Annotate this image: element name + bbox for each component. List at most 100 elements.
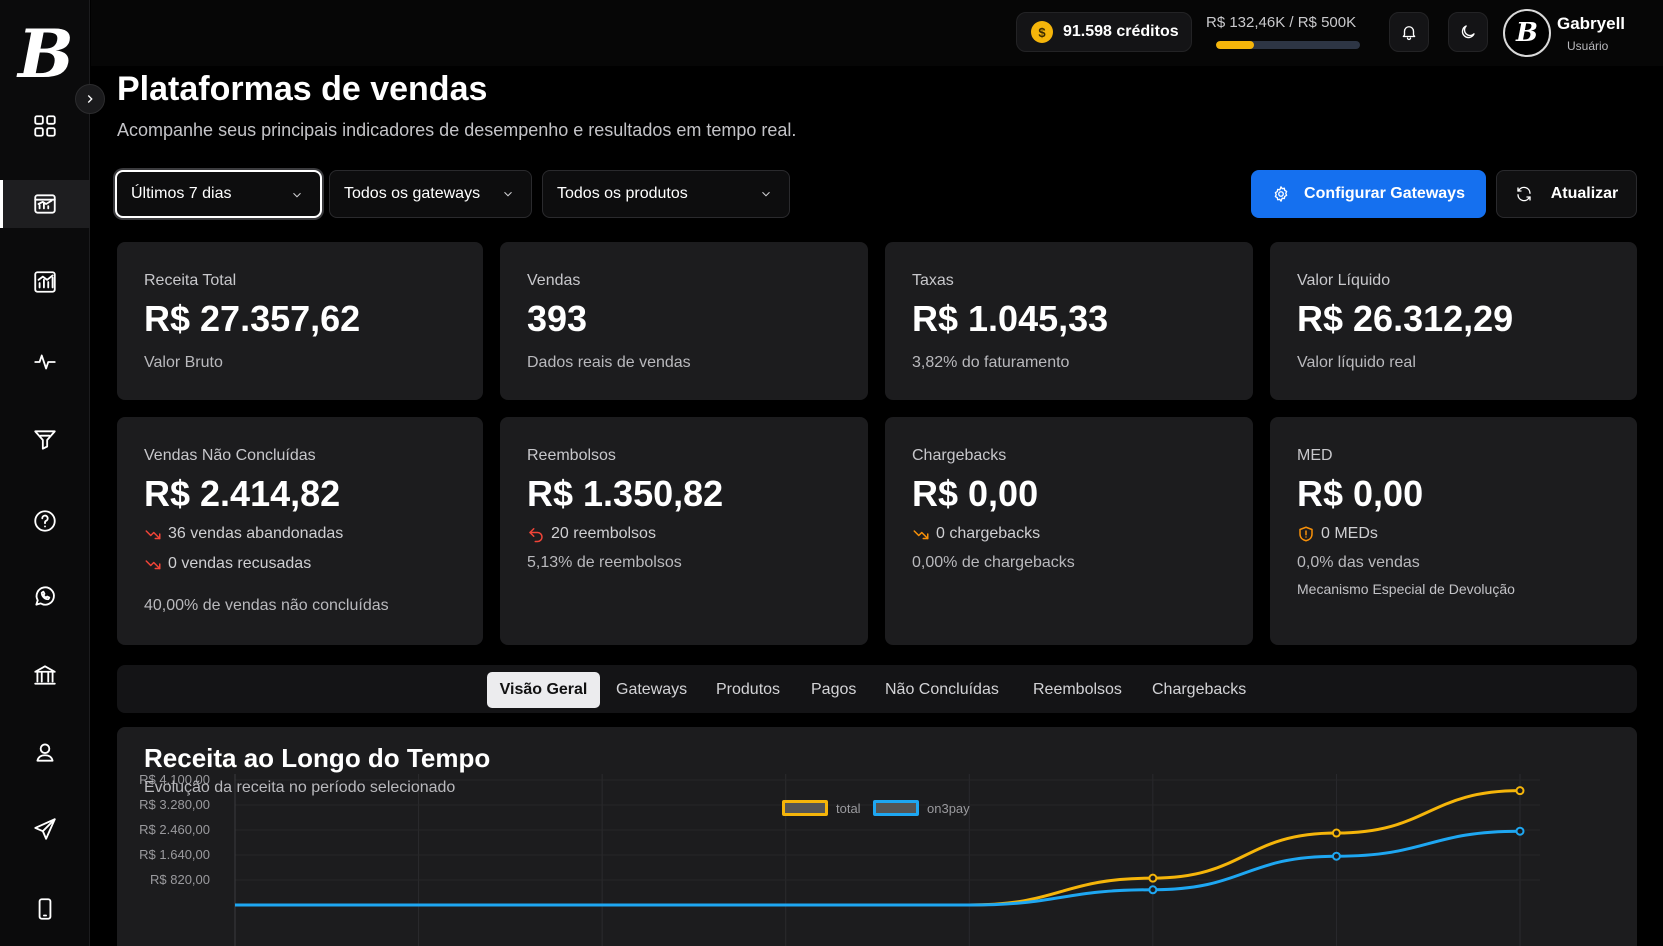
tab-paid[interactable]: Pagos [799, 672, 868, 708]
trend-down-icon [145, 560, 161, 570]
card-value: R$ 27.357,62 [144, 298, 361, 339]
mobile-icon [38, 898, 52, 920]
sales-platforms-icon [34, 194, 56, 214]
notifications-button[interactable] [1389, 12, 1429, 52]
card-value: R$ 1.350,82 [527, 473, 724, 514]
refused-text: 0 vendas recusadas [168, 555, 312, 572]
sidebar-item-bank[interactable] [0, 651, 90, 699]
card-label: Taxas [912, 272, 954, 289]
sidebar-item-analytics[interactable] [0, 258, 90, 306]
y-tick-label: R$ 1.640,00 [139, 847, 210, 862]
card-sub: 40,00% de vendas não concluídas [144, 597, 389, 614]
user-icon [36, 743, 54, 762]
y-tick-label: R$ 2.460,00 [139, 822, 210, 837]
card-value: 393 [527, 298, 588, 339]
med-note: Mecanismo Especial de Devolução [1297, 581, 1515, 597]
sidebar-item-help[interactable] [0, 497, 90, 545]
undo-icon [529, 528, 543, 543]
avatar[interactable]: B [1503, 9, 1551, 57]
page-title: Plataformas de vendas [117, 70, 488, 108]
card-value: R$ 0,00 [1297, 473, 1424, 514]
tab-incomplete[interactable]: Não Concluídas [873, 672, 1011, 708]
app-logo[interactable]: B [18, 18, 74, 90]
trend-down-icon [145, 530, 161, 540]
data-point[interactable] [1515, 826, 1525, 836]
med-count: 0 MEDs [1321, 525, 1378, 542]
help-icon [34, 510, 56, 532]
data-point[interactable] [1148, 873, 1158, 883]
refunds-count-row: 20 reembolsos [527, 525, 656, 543]
sidebar-collapse-button[interactable] [75, 84, 105, 114]
data-point[interactable] [1515, 786, 1525, 796]
revenue-goal: R$ 132,46K / R$ 500K [1206, 14, 1376, 49]
chevron-down-icon [504, 191, 512, 197]
sidebar-item-whatsapp[interactable] [0, 572, 90, 620]
sidebar: B [0, 0, 90, 946]
chargebacks-count-row: 0 chargebacks [912, 525, 1040, 543]
legend-label: total [836, 800, 861, 816]
legend-item-total[interactable]: total [782, 800, 861, 816]
tab-products[interactable]: Produtos [704, 672, 792, 708]
card-sub: Valor líquido real [1297, 354, 1416, 371]
sidebar-item-send[interactable] [0, 805, 90, 853]
bank-icon [34, 665, 56, 685]
card-value: R$ 26.312,29 [1297, 298, 1514, 339]
refunds-count: 20 reembolsos [551, 525, 656, 542]
chart-title: Receita ao Longo do Tempo [144, 743, 491, 773]
bell-icon [1402, 26, 1416, 41]
sidebar-item-dashboard[interactable] [0, 102, 90, 150]
tab-refunds[interactable]: Reembolsos [1021, 672, 1134, 708]
y-tick-label: R$ 3.280,00 [139, 797, 210, 812]
card-label: Reembolsos [527, 447, 616, 464]
send-icon [34, 818, 56, 840]
period-select-value: Últimos 7 dias [131, 185, 232, 202]
series-line-on3pay [235, 829, 1521, 907]
coin-icon: $ [1031, 21, 1053, 43]
legend-item-on3pay[interactable]: on3pay [873, 800, 970, 816]
chevron-down-icon [762, 191, 770, 197]
data-point[interactable] [1331, 851, 1341, 861]
revenue-chart-card: R$ 4.100,00 R$ 3.280,00 R$ 2.460,00 R$ 1.64… [117, 727, 1637, 946]
abandoned-text: 36 vendas abandonadas [168, 525, 344, 542]
card-sub: 5,13% de reembolsos [527, 554, 682, 571]
card-sub: Valor Bruto [144, 354, 223, 371]
legend-label: on3pay [927, 800, 970, 816]
chevron-right-icon [87, 95, 93, 103]
sidebar-item-mobile[interactable] [0, 885, 90, 933]
activity-icon [34, 354, 56, 370]
card-value: R$ 2.414,82 [144, 473, 341, 514]
configure-gateways-button[interactable]: Configurar Gateways [1251, 170, 1486, 218]
card-chargebacks: Chargebacks R$ 0,00 0 chargebacks 0,00% … [885, 417, 1253, 645]
period-select[interactable]: Últimos 7 dias [115, 170, 322, 218]
legend-swatch [873, 800, 919, 816]
sidebar-item-user[interactable] [0, 728, 90, 776]
tabs-bar: Visão Geral Gateways Produtos Pagos Não … [117, 665, 1637, 713]
theme-toggle-button[interactable] [1448, 12, 1488, 52]
chargebacks-count: 0 chargebacks [936, 525, 1041, 542]
card-label: Vendas Não Concluídas [144, 447, 316, 464]
analytics-icon [34, 271, 56, 293]
gateway-select[interactable]: Todos os gateways [329, 170, 532, 218]
credits-text: 91.598 créditos [1063, 23, 1179, 40]
tab-overview[interactable]: Visão Geral [487, 672, 600, 708]
user-role: Usuário [1567, 39, 1609, 53]
tab-chargebacks[interactable]: Chargebacks [1140, 672, 1258, 708]
data-point[interactable] [1331, 828, 1341, 838]
chevron-down-icon [293, 192, 301, 198]
dashboard-icon [34, 115, 56, 137]
sidebar-item-funnel[interactable] [0, 416, 90, 464]
gateway-select-value: Todos os gateways [344, 185, 481, 202]
credits-badge[interactable]: $ 91.598 créditos [1016, 12, 1192, 52]
refresh-button[interactable]: Atualizar [1496, 170, 1637, 218]
product-select[interactable]: Todos os produtos [542, 170, 790, 218]
card-refunds: Reembolsos R$ 1.350,82 20 reembolsos 5,1… [500, 417, 868, 645]
card-value: R$ 0,00 [912, 473, 1039, 514]
card-label: Valor Líquido [1297, 272, 1391, 289]
revenue-goal-text: R$ 132,46K / R$ 500K [1206, 14, 1357, 31]
sidebar-item-sales-platforms[interactable] [0, 180, 90, 228]
whatsapp-icon [35, 586, 55, 606]
data-point[interactable] [1148, 885, 1158, 895]
tab-gateways[interactable]: Gateways [604, 672, 699, 708]
sidebar-item-activity[interactable] [0, 338, 90, 386]
page-subtitle: Acompanhe seus principais indicadores de… [117, 120, 797, 140]
